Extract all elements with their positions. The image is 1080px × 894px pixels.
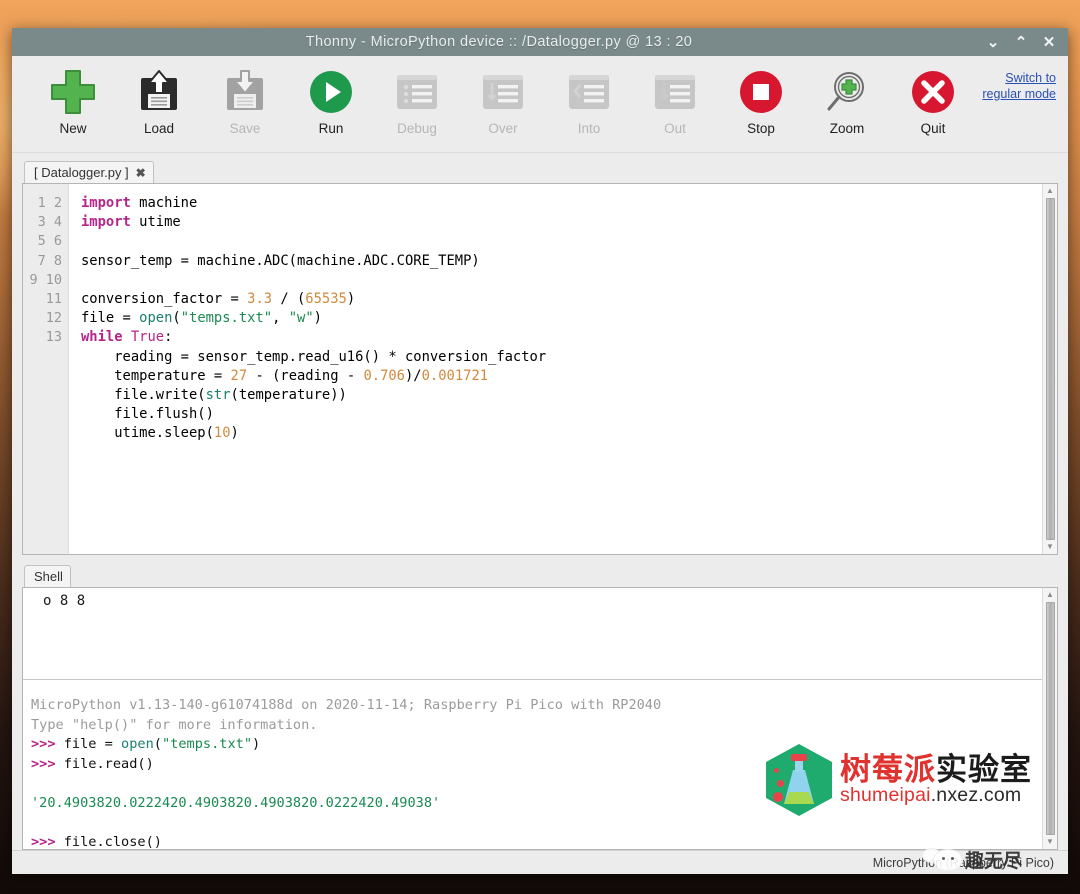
shell-output-value: '20.4903820.0222420.4903820.4903820.0222… — [31, 794, 441, 811]
debug-icon — [394, 64, 440, 120]
interpreter-status[interactable]: MicroPython (Raspberry Pi Pico) — [873, 856, 1054, 870]
shell-command-1: file = open("temps.txt") — [63, 736, 261, 752]
stop-icon — [737, 64, 785, 120]
load-button-label: Load — [143, 121, 175, 136]
window-controls: ⌄ ⌃ ✕ — [986, 35, 1068, 50]
save-button: Save — [202, 64, 288, 136]
statusbar: MicroPython (Raspberry Pi Pico) — [12, 850, 1068, 874]
desktop-background: Thonny - MicroPython device :: /Datalogg… — [0, 0, 1080, 894]
window-titlebar: Thonny - MicroPython device :: /Datalogg… — [12, 28, 1068, 56]
shell-content[interactable]: o 8 8 MicroPython v1.13-140-g61074188d o… — [23, 588, 1042, 849]
shell-panel: o 8 8 MicroPython v1.13-140-g61074188d o… — [22, 587, 1058, 850]
stop-button-label: Stop — [747, 121, 775, 136]
quit-button[interactable]: Quit — [890, 64, 976, 136]
scroll-up-icon[interactable]: ▲ — [1046, 186, 1054, 196]
editor-line-numbers: 1 2 3 4 5 6 7 8 9 10 11 12 13 — [23, 184, 69, 554]
run-button[interactable]: Run — [288, 64, 374, 136]
shell-scrollbar-thumb[interactable] — [1045, 602, 1055, 835]
step-over-icon — [480, 64, 526, 120]
magnifier-icon — [823, 64, 871, 120]
shell-scroll-down-icon[interactable]: ▼ — [1046, 837, 1054, 847]
editor-code[interactable]: import machine import utime sensor_temp … — [69, 184, 1042, 554]
shell-command-3: file.close() — [63, 833, 162, 850]
shell-prompt-3: >>> — [31, 833, 56, 850]
step-out-button: Out — [632, 64, 718, 136]
thonny-window: Thonny - MicroPython device :: /Datalogg… — [12, 28, 1068, 874]
shell-scroll-up-icon[interactable]: ▲ — [1046, 590, 1054, 600]
tab-close-icon[interactable]: ✖ — [136, 166, 146, 180]
zoom-button-label: Zoom — [829, 121, 865, 136]
load-button[interactable]: Load — [116, 64, 202, 136]
editor-vertical-scrollbar[interactable]: ▲ ▼ — [1042, 184, 1057, 554]
floppy-up-icon — [135, 64, 183, 120]
step-into-icon — [566, 64, 612, 120]
switch-to-regular-mode-link[interactable]: Switch to regular mode — [982, 70, 1056, 102]
editor-area: [ Datalogger.py ] ✖ 1 2 3 4 5 6 7 8 9 10… — [12, 153, 1068, 555]
shell-repl[interactable]: MicroPython v1.13-140-g61074188d on 2020… — [23, 680, 1042, 849]
debug-button-label: Debug — [397, 121, 437, 136]
tab-label: [ Datalogger.py ] — [34, 165, 129, 180]
quit-button-label: Quit — [920, 121, 946, 136]
shell-top-line-3: 8 — [76, 593, 86, 609]
plus-icon — [48, 64, 98, 120]
tab-shell[interactable]: Shell — [24, 565, 71, 588]
stop-button[interactable]: Stop — [718, 64, 804, 136]
step-into-button-label: Into — [577, 121, 601, 136]
editor-panel: 1 2 3 4 5 6 7 8 9 10 11 12 13 import mac… — [22, 183, 1058, 555]
floppy-down-icon — [221, 64, 269, 120]
shell-tabstrip: Shell — [22, 561, 1058, 588]
close-icon[interactable]: ✕ — [1042, 35, 1056, 50]
play-icon — [307, 64, 355, 120]
run-button-label: Run — [318, 121, 344, 136]
step-into-button: Into — [546, 64, 632, 136]
shell-vertical-scrollbar[interactable]: ▲ ▼ — [1042, 588, 1057, 849]
shell-top-line-1: o — [43, 593, 52, 609]
shell-area: Shell o 8 8 MicroPython v1.13-140-g61074… — [12, 555, 1068, 850]
debug-button: Debug — [374, 64, 460, 136]
shell-prompt-2: >>> — [31, 755, 56, 772]
shell-top-line-2: 8 — [59, 593, 69, 609]
main-toolbar: New Load Save Run Debug Over Into Out St… — [12, 56, 1068, 153]
shell-output-top: o 8 8 — [23, 588, 1042, 680]
tab-datalogger-py[interactable]: [ Datalogger.py ] ✖ — [24, 161, 154, 184]
step-over-button: Over — [460, 64, 546, 136]
minimize-icon[interactable]: ⌄ — [986, 35, 1000, 50]
zoom-button[interactable]: Zoom — [804, 64, 890, 136]
step-out-icon — [652, 64, 698, 120]
shell-banner-line2: Type "help()" for more information. — [31, 716, 318, 733]
shell-tab-label: Shell — [34, 569, 63, 584]
scroll-down-icon[interactable]: ▼ — [1046, 542, 1054, 552]
new-button[interactable]: New — [30, 64, 116, 136]
save-button-label: Save — [229, 121, 261, 136]
maximize-icon[interactable]: ⌃ — [1014, 35, 1028, 50]
x-circle-icon — [909, 64, 957, 120]
editor-tabstrip: [ Datalogger.py ] ✖ — [22, 157, 1058, 184]
step-out-button-label: Out — [664, 121, 686, 136]
shell-banner-line1: MicroPython v1.13-140-g61074188d on 2020… — [31, 697, 662, 713]
step-over-button-label: Over — [488, 121, 518, 136]
shell-prompt-1: >>> — [31, 736, 56, 752]
scrollbar-thumb[interactable] — [1045, 198, 1055, 540]
new-button-label: New — [59, 121, 87, 136]
window-title: Thonny - MicroPython device :: /Datalogg… — [305, 34, 693, 50]
shell-command-2: file.read() — [63, 755, 154, 772]
